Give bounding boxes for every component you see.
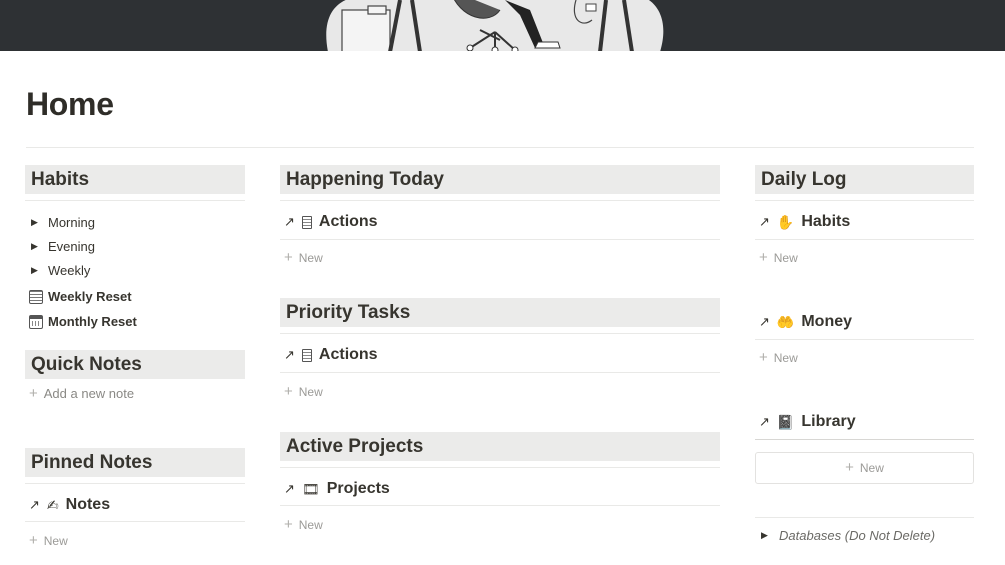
new-label: New bbox=[859, 461, 884, 475]
plus-icon: + bbox=[29, 532, 38, 549]
hand-icon: ✋ bbox=[776, 213, 795, 230]
divider bbox=[280, 333, 720, 334]
habits-database-link[interactable]: ↗ ✋ Habits bbox=[759, 213, 850, 231]
database-title: Actions bbox=[318, 346, 378, 363]
link-label: Weekly Reset bbox=[48, 289, 132, 304]
new-task-button[interactable]: + New bbox=[284, 383, 323, 400]
projects-database-link[interactable]: ↗ 🎞 Projects bbox=[284, 480, 390, 498]
triangle-right-icon[interactable]: ▶ bbox=[31, 217, 39, 228]
new-library-item-button[interactable]: + New bbox=[755, 452, 974, 484]
title-divider bbox=[26, 147, 974, 148]
weekly-reset-link[interactable]: Weekly Reset bbox=[29, 289, 132, 304]
monthly-reset-link[interactable]: Monthly Reset bbox=[29, 314, 137, 329]
arrow-up-right-icon: ↗ bbox=[759, 414, 770, 429]
new-note-button[interactable]: + New bbox=[29, 532, 68, 549]
habits-header: Habits bbox=[25, 165, 245, 194]
hand-coin-icon: 🤲 bbox=[776, 313, 795, 330]
arrow-up-right-icon: ↗ bbox=[29, 497, 40, 512]
calendar-grid-icon bbox=[29, 289, 43, 304]
plus-icon: + bbox=[29, 384, 38, 402]
happening-today-header: Happening Today bbox=[280, 165, 720, 194]
arrow-up-right-icon: ↗ bbox=[284, 214, 295, 229]
plus-icon: + bbox=[284, 516, 293, 533]
calendar-icon bbox=[29, 314, 43, 329]
toggle-weekly[interactable]: ▶ Weekly bbox=[31, 263, 90, 278]
pinned-notes-header: Pinned Notes bbox=[25, 448, 245, 477]
divider bbox=[755, 517, 974, 518]
active-projects-header: Active Projects bbox=[280, 432, 720, 461]
triangle-right-icon[interactable]: ▶ bbox=[761, 530, 769, 541]
plus-icon: + bbox=[284, 383, 293, 400]
divider bbox=[755, 239, 974, 240]
new-label: New bbox=[298, 518, 323, 532]
link-label: Monthly Reset bbox=[48, 314, 137, 329]
divider bbox=[280, 467, 720, 468]
triangle-right-icon[interactable]: ▶ bbox=[31, 265, 39, 276]
notes-database-link[interactable]: ↗ ✍ Notes bbox=[29, 496, 110, 514]
toggle-label: Morning bbox=[48, 215, 95, 230]
new-action-button[interactable]: + New bbox=[284, 249, 323, 266]
daily-log-header: Daily Log bbox=[755, 165, 974, 194]
clipboard-icon bbox=[301, 215, 312, 229]
film-icon: 🎞 bbox=[301, 480, 320, 497]
toggle-evening[interactable]: ▶ Evening bbox=[31, 239, 95, 254]
cover-banner bbox=[0, 0, 1005, 51]
divider bbox=[280, 239, 720, 240]
divider bbox=[25, 200, 245, 201]
new-label: New bbox=[773, 251, 798, 265]
new-label: New bbox=[298, 385, 323, 399]
new-label: New bbox=[298, 251, 323, 265]
divider bbox=[280, 200, 720, 201]
plus-icon: + bbox=[284, 249, 293, 266]
book-icon: 📓 bbox=[776, 413, 795, 430]
new-habit-button[interactable]: + New bbox=[759, 249, 798, 266]
toggle-label: Weekly bbox=[48, 263, 91, 278]
database-title: Money bbox=[801, 313, 853, 330]
arrow-up-right-icon: ↗ bbox=[759, 214, 770, 229]
page-title: Home bbox=[26, 86, 114, 122]
database-title: Habits bbox=[801, 213, 851, 230]
actions-database-link[interactable]: ↗ Actions bbox=[284, 346, 378, 364]
divider bbox=[755, 439, 974, 440]
new-project-button[interactable]: + New bbox=[284, 516, 323, 533]
divider bbox=[755, 200, 974, 201]
clipboard-icon bbox=[301, 348, 312, 362]
cover-illustration bbox=[326, 0, 664, 51]
database-title: Notes bbox=[65, 496, 111, 513]
library-database-link[interactable]: ↗ 📓 Library bbox=[759, 413, 856, 431]
money-database-link[interactable]: ↗ 🤲 Money bbox=[759, 313, 852, 331]
arrow-up-right-icon: ↗ bbox=[284, 481, 295, 496]
actions-database-link[interactable]: ↗ Actions bbox=[284, 213, 378, 231]
toggle-morning[interactable]: ▶ Morning bbox=[31, 215, 95, 230]
arrow-up-right-icon: ↗ bbox=[759, 314, 770, 329]
divider bbox=[280, 505, 720, 506]
quick-notes-header: Quick Notes bbox=[25, 350, 245, 379]
divider bbox=[755, 339, 974, 340]
add-note-label: Add a new note bbox=[43, 386, 135, 401]
toggle-label: Evening bbox=[48, 239, 95, 254]
database-title: Actions bbox=[318, 213, 378, 230]
database-title: Projects bbox=[326, 480, 390, 497]
new-money-button[interactable]: + New bbox=[759, 349, 798, 366]
plus-icon: + bbox=[759, 249, 768, 266]
arrow-up-right-icon: ↗ bbox=[284, 347, 295, 362]
new-label: New bbox=[773, 351, 798, 365]
hand-note-icon: ✍ bbox=[46, 496, 59, 513]
divider bbox=[280, 372, 720, 373]
divider bbox=[25, 483, 245, 484]
triangle-right-icon[interactable]: ▶ bbox=[31, 241, 39, 252]
add-note-button[interactable]: + Add a new note bbox=[29, 384, 135, 402]
databases-toggle-label: Databases (Do Not Delete) bbox=[779, 528, 936, 543]
divider bbox=[25, 521, 245, 522]
databases-toggle[interactable]: ▶ Databases (Do Not Delete) bbox=[761, 528, 935, 543]
priority-tasks-header: Priority Tasks bbox=[280, 298, 720, 327]
plus-icon: + bbox=[759, 349, 768, 366]
database-title: Library bbox=[801, 413, 856, 430]
new-label: New bbox=[43, 534, 68, 548]
plus-icon: + bbox=[845, 459, 854, 476]
